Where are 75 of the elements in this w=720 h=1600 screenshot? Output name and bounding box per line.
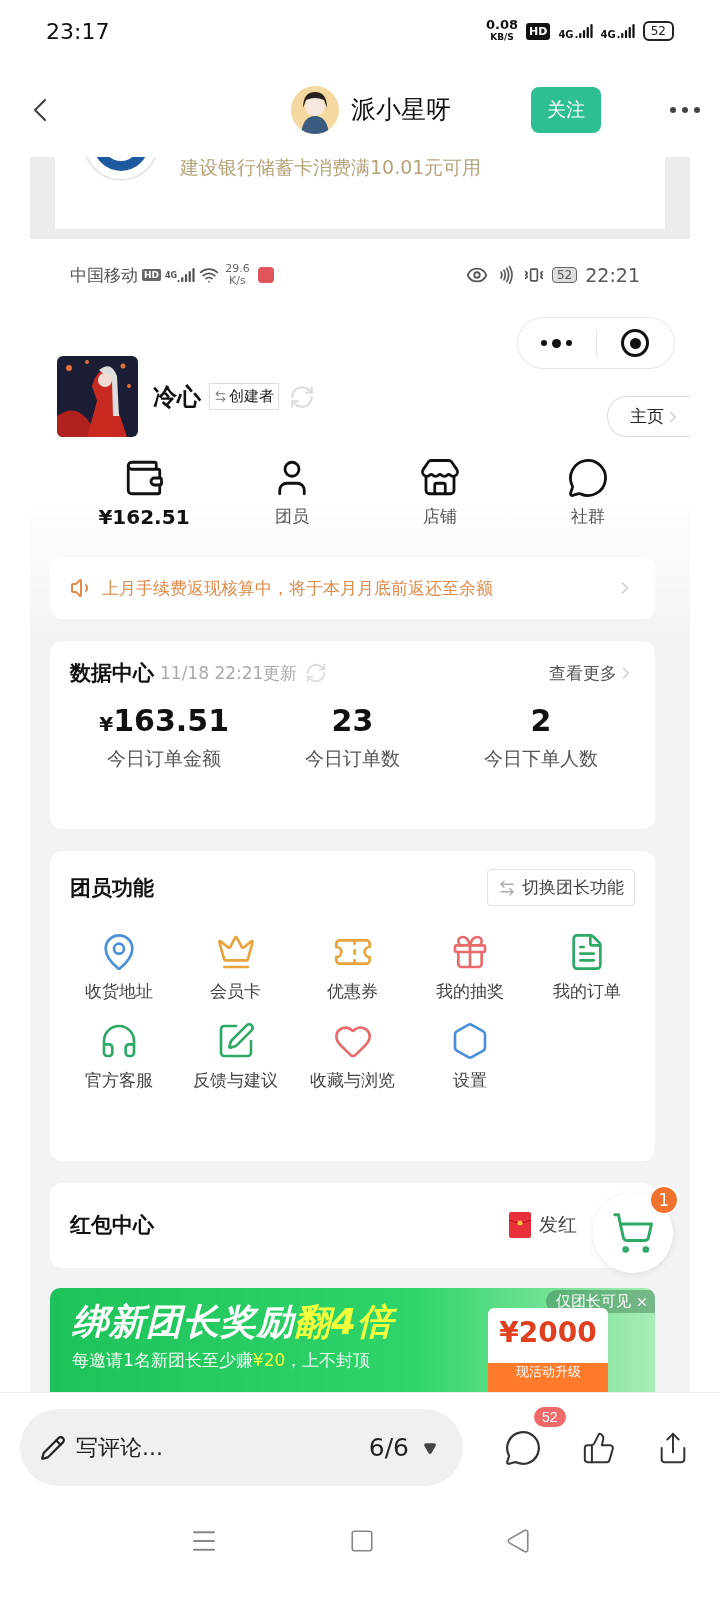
cart-count-badge: 1 [649, 1185, 679, 1215]
update-time: 11/18 22:21更新 [160, 661, 298, 685]
network-speed: 29.6 K/s [225, 263, 250, 287]
comment-count-badge: 52 [534, 1406, 566, 1427]
envelope-icon [509, 1212, 531, 1238]
card-title: 数据中心 [70, 660, 154, 687]
network-type: 4G [600, 29, 616, 40]
author-avatar[interactable] [291, 85, 339, 134]
mini-program-capsule[interactable] [517, 317, 675, 369]
notice-text: 上月手续费返现核算中，将于本月月底前返还至余额 [102, 576, 493, 600]
card-title: 红包中心 [70, 1212, 154, 1239]
wifi-icon [199, 265, 220, 285]
banner-headline: 绑新团长奖励翻4倍 [72, 1300, 395, 1344]
author-name[interactable]: 派小星呀 [351, 93, 451, 126]
switch-icon [214, 390, 227, 403]
caret-icon [423, 1440, 437, 1455]
home-nav-icon[interactable] [349, 1528, 375, 1554]
function-item[interactable]: 优惠券 [294, 932, 411, 1003]
function-item[interactable]: 官方客服 [60, 1021, 177, 1092]
switch-role-button[interactable]: 切换团长功能 [487, 869, 635, 906]
prize-amount: ¥2000 [499, 1316, 597, 1349]
function-item[interactable]: 我的抽奖 [411, 932, 528, 1003]
stat-label: 今日订单金额 [107, 746, 222, 771]
network-speed: 0.08 KB/S [485, 19, 519, 43]
function-item[interactable]: 收藏与浏览 [294, 1021, 411, 1092]
stat-value: 23 [331, 703, 374, 738]
tag-label: 仅团长可见 [556, 1292, 631, 1311]
home-button[interactable]: 主页 [607, 396, 690, 437]
chat-bubble-icon [567, 457, 609, 499]
carrier-name: 中国移动 [70, 263, 138, 287]
stat-label: 今日订单数 [305, 746, 400, 771]
role-tag[interactable]: 创建者 [209, 383, 279, 410]
function-item[interactable]: 我的订单 [528, 932, 645, 1003]
hd-badge: HD [142, 269, 161, 281]
prize-caption: 现活动升级 [515, 1363, 581, 1381]
cart-icon [611, 1211, 655, 1255]
card-title: 团员功能 [70, 874, 154, 902]
signal-icon [616, 22, 635, 40]
page-selector[interactable]: 6/6 [362, 1432, 443, 1463]
status-time: 22:21 [585, 264, 640, 286]
network-type: 4G [558, 29, 574, 40]
comment-field[interactable]: 写评论... [74, 1434, 274, 1461]
shortcut-item[interactable]: 团员 [218, 457, 366, 542]
back-nav-icon[interactable] [505, 1528, 531, 1554]
battery-level: 52 [551, 267, 578, 283]
switch-icon [498, 878, 516, 897]
function-item[interactable]: 会员卡 [177, 932, 294, 1003]
shortcut-item[interactable]: 社群 [514, 457, 662, 542]
signal-icon [177, 266, 196, 284]
hd-badge: HD [526, 22, 551, 40]
coupon-condition: 建设银行储蓄卡消费满10.01元可用 [180, 157, 482, 180]
thumbs-up-icon [582, 1430, 616, 1465]
user-name: 冷心 [153, 381, 201, 413]
function-item[interactable]: 反馈与建议 [177, 1021, 294, 1092]
pencil-icon [40, 1434, 66, 1461]
role-label: 创建者 [229, 387, 274, 406]
comment-icon [504, 1428, 542, 1467]
send-packet-link[interactable]: 发红 [509, 1212, 577, 1238]
signal-icon [574, 22, 593, 40]
shortcut-item[interactable]: ¥162.51 [70, 457, 218, 542]
stat-value: 2 [530, 703, 552, 738]
close-target-icon[interactable] [621, 329, 650, 357]
view-more-link[interactable]: 查看更多 [549, 661, 635, 685]
promo-banner[interactable]: 仅团长可见 绑新团长奖励翻4倍 每邀请1名新团长至少赚¥20，上不封顶 ¥2000 现活动升级 [50, 1288, 655, 1392]
function-item[interactable]: 设置 [411, 1021, 528, 1092]
like-button[interactable] [582, 1430, 616, 1465]
function-item[interactable]: 收货地址 [60, 932, 177, 1003]
battery-level: 52 [642, 21, 674, 41]
banner-subline: 每邀请1名新团长至少赚¥20，上不封顶 [72, 1349, 371, 1372]
status-time: 23:17 [46, 18, 110, 44]
stat-label: 今日下单人数 [483, 746, 598, 771]
shortcut-item[interactable]: 店铺 [366, 457, 514, 542]
vibrate-icon [523, 265, 544, 285]
network-type: 4G [165, 270, 178, 280]
stat-value: ¥163.51 [99, 703, 229, 738]
